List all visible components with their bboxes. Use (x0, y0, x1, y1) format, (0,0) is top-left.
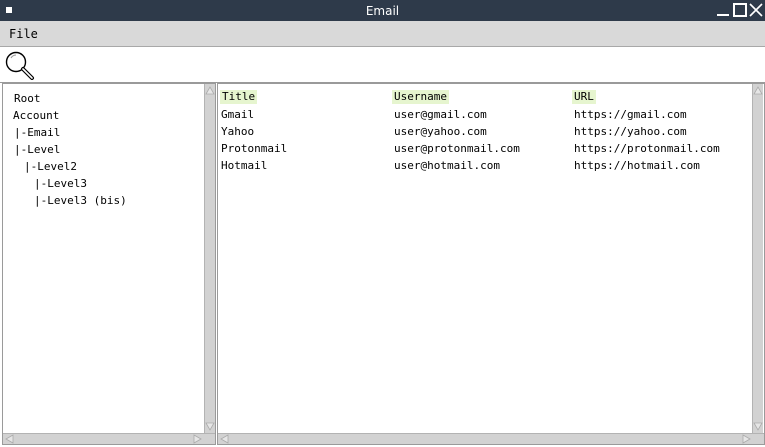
table-horizontal-scrollbar[interactable] (218, 433, 764, 444)
file-menu[interactable]: File (9, 27, 38, 41)
close-icon[interactable] (749, 3, 763, 17)
cell-url: https://hotmail.com (574, 159, 700, 172)
tree-item-email[interactable]: |-Email (14, 126, 60, 139)
search-icon[interactable] (4, 50, 36, 83)
minimize-icon[interactable] (716, 3, 730, 17)
scroll-right-icon[interactable] (193, 434, 203, 444)
window-title: Email (365, 4, 400, 18)
cell-title: Hotmail (221, 159, 268, 172)
scroll-right-icon[interactable] (742, 434, 752, 444)
cell-url: https://yahoo.com (574, 125, 687, 138)
cell-username: user@gmail.com (394, 108, 487, 121)
column-header-title[interactable]: Title (220, 90, 258, 104)
menu-bar: File (0, 21, 765, 47)
cell-title: Gmail (221, 108, 255, 121)
tree-panel: Root Account |-Email |-Level |-Level2 |-… (2, 83, 216, 445)
cell-username: user@hotmail.com (394, 159, 500, 172)
cell-username: user@protonmail.com (394, 142, 520, 155)
column-header-username[interactable]: Username (392, 90, 449, 104)
scroll-down-icon[interactable] (753, 422, 763, 432)
entries-table: Title Username URL Gmail user@gmail.com … (217, 83, 765, 445)
tree-item-root[interactable]: Root (14, 92, 41, 105)
tree-item-level3-bis[interactable]: |-Level3 (bis) (34, 194, 127, 207)
tree-item-level[interactable]: |-Level (14, 143, 60, 156)
scroll-up-icon[interactable] (205, 85, 215, 95)
tree-horizontal-scrollbar[interactable] (3, 433, 215, 444)
title-bar: Email (0, 0, 765, 21)
cell-username: user@yahoo.com (394, 125, 487, 138)
scroll-left-icon[interactable] (4, 434, 14, 444)
table-vertical-scrollbar[interactable] (752, 84, 763, 433)
tree-vertical-scrollbar[interactable] (204, 84, 215, 433)
scroll-left-icon[interactable] (219, 434, 229, 444)
scroll-up-icon[interactable] (753, 85, 763, 95)
tree-item-level2[interactable]: |-Level2 (24, 160, 77, 173)
column-header-url[interactable]: URL (572, 90, 596, 104)
tree-item-account[interactable]: Account (13, 109, 59, 122)
maximize-icon[interactable] (733, 3, 747, 17)
scroll-down-icon[interactable] (205, 422, 215, 432)
tree-item-level3[interactable]: |-Level3 (34, 177, 87, 190)
cell-url: https://gmail.com (574, 108, 687, 121)
cell-title: Yahoo (221, 125, 255, 138)
cell-title: Protonmail (221, 142, 288, 155)
cell-url: https://protonmail.com (574, 142, 720, 155)
toolbar (0, 47, 765, 83)
